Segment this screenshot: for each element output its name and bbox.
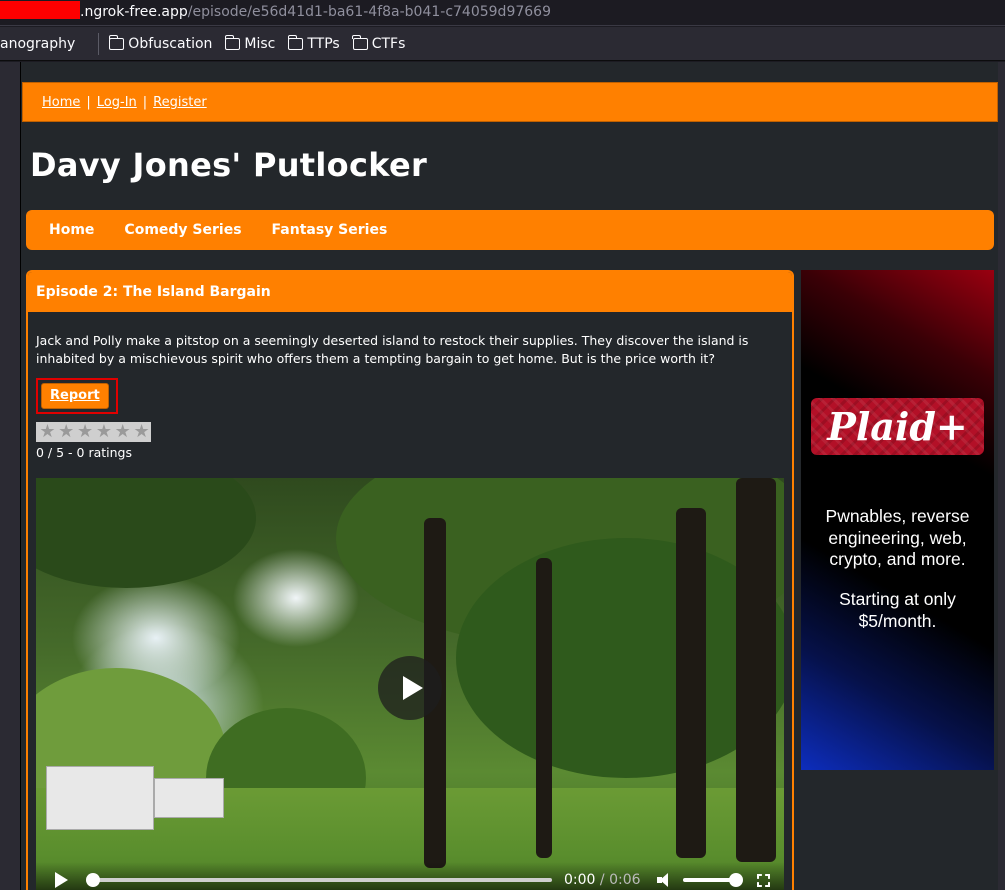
report-button[interactable]: Report [41, 383, 109, 409]
top-nav-register-link[interactable]: Register [153, 95, 207, 110]
bookmark-label: Misc [244, 35, 276, 52]
folder-icon [108, 34, 125, 50]
volume-icon[interactable] [656, 872, 673, 888]
star-rating[interactable]: ★ ★ ★ ★ ★ ★ [36, 422, 151, 442]
rating-summary: 0 / 5 - 0 ratings [36, 445, 132, 460]
ad-price: Starting at only $5/month. [839, 589, 956, 631]
episode-body: Jack and Polly make a pitstop on a seemi… [28, 312, 792, 890]
bookmark-label: anography [0, 35, 76, 52]
page-container: Home | Log-In | Register Davy Jones' Put… [20, 62, 998, 890]
main-nav-bar: Home Comedy Series Fantasy Series [26, 210, 994, 250]
star-icon[interactable]: ★ [113, 422, 132, 442]
play-icon[interactable] [55, 872, 68, 888]
top-nav-home-link[interactable]: Home [42, 95, 80, 110]
current-time: 0:00 [564, 872, 596, 888]
tree-canopy [456, 538, 784, 778]
seek-bar[interactable] [86, 873, 552, 887]
redacted-subdomain [0, 1, 80, 19]
tree-trunk [676, 508, 706, 858]
top-nav-login-link[interactable]: Log-In [97, 95, 137, 110]
tree-trunk [536, 558, 552, 858]
star-icon[interactable]: ★ [38, 422, 57, 442]
star-icon[interactable]: ★ [57, 422, 76, 442]
bookmark-misc[interactable]: Misc [224, 34, 276, 52]
page-viewport: Home | Log-In | Register Davy Jones' Put… [0, 62, 1005, 890]
bookmark-label: Obfuscation [128, 35, 213, 52]
bookmarks-separator [98, 32, 100, 55]
ad-banner[interactable]: Plaid+ Pwnables, reverse engineering, we… [801, 270, 994, 770]
folder-icon [352, 34, 368, 50]
episode-description: Jack and Polly make a pitstop on a seemi… [36, 333, 749, 366]
big-play-button[interactable] [378, 656, 442, 720]
url-host: .ngrok-free.app [80, 4, 188, 20]
page-edge [998, 62, 1005, 890]
tree-trunk [736, 478, 776, 862]
site-title: Davy Jones' Putlocker [30, 146, 428, 184]
seek-handle[interactable] [86, 873, 100, 887]
report-highlight-box: Report [36, 378, 118, 414]
star-icon[interactable]: ★ [132, 422, 151, 442]
fullscreen-icon[interactable] [756, 873, 770, 887]
ad-logo-text: Plaid+ [827, 404, 968, 449]
bookmark-ttps[interactable]: TTPs [287, 34, 340, 52]
folder-icon [224, 34, 241, 50]
ad-tagline: Pwnables, reverse engineering, web, cryp… [825, 506, 970, 569]
address-bar[interactable]: .ngrok-free.app/episode/e56d41d1-ba61-4f… [0, 0, 1005, 26]
video-player[interactable]: 0:00 / 0:06 [36, 478, 784, 890]
parked-truck [46, 766, 154, 830]
main-nav-home[interactable]: Home [49, 222, 94, 238]
bookmark-label: CTFs [371, 35, 406, 52]
star-icon[interactable]: ★ [94, 422, 113, 442]
bookmark-ctfs[interactable]: CTFs [352, 34, 406, 52]
volume-handle[interactable] [728, 873, 743, 887]
bookmarks-toolbar: anography Obfuscation Misc TTPs CTFs [0, 27, 1005, 61]
video-controls: 0:00 / 0:06 [36, 862, 784, 890]
episode-panel: Episode 2: The Island Bargain Jack and P… [26, 270, 794, 890]
url-path: /episode/e56d41d1-ba61-4f8a-b041-c74059d… [187, 4, 551, 20]
nav-separator: | [86, 94, 91, 110]
bookmark-obfuscation[interactable]: Obfuscation [108, 34, 213, 52]
parked-vehicle [154, 778, 224, 818]
time-display: 0:00 / 0:06 [564, 871, 641, 889]
folder-icon [287, 34, 304, 50]
volume-slider[interactable] [682, 873, 743, 887]
top-nav-bar: Home | Log-In | Register [22, 82, 998, 122]
ad-logo: Plaid+ [811, 398, 984, 455]
main-nav-fantasy-series[interactable]: Fantasy Series [272, 222, 388, 238]
duration: 0:06 [609, 872, 641, 888]
time-separator: / [599, 872, 605, 888]
star-icon[interactable]: ★ [76, 422, 95, 442]
nav-separator: | [142, 94, 148, 110]
bookmark-label: TTPs [307, 35, 340, 52]
main-nav-comedy-series[interactable]: Comedy Series [124, 222, 241, 238]
bookmark-steganography[interactable]: anography [0, 36, 75, 52]
episode-title: Episode 2: The Island Bargain [28, 272, 792, 312]
